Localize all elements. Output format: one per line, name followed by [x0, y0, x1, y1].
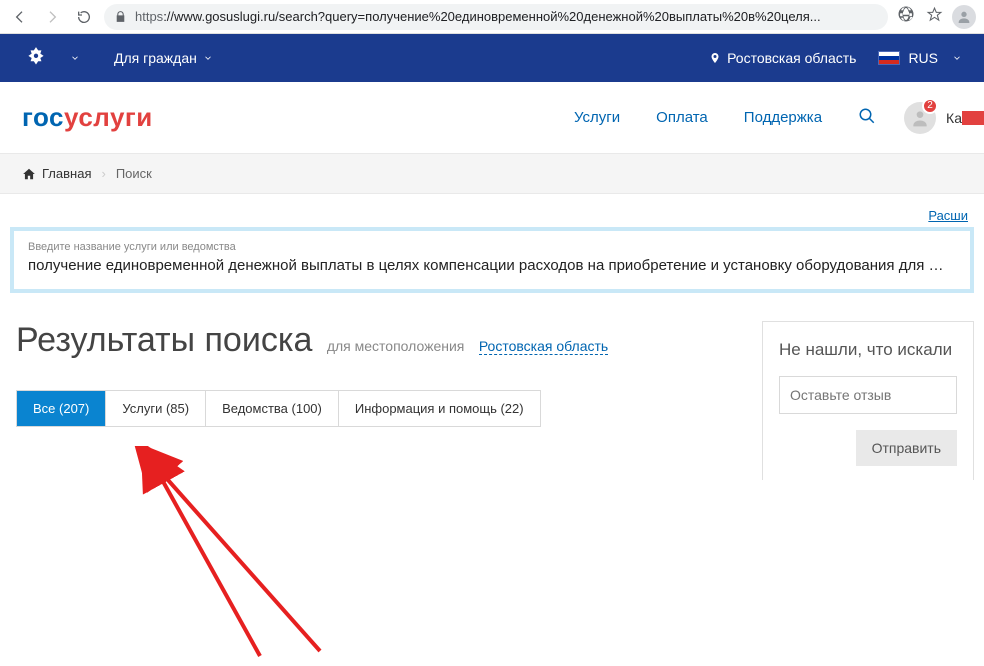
- language-selector[interactable]: RUS: [878, 50, 962, 66]
- site-logo[interactable]: госуслуги: [22, 102, 153, 133]
- tab-info[interactable]: Информация и помощь (22): [339, 391, 540, 426]
- emblem-icon: [22, 44, 50, 72]
- search-block: Введите название услуги или ведомства: [10, 227, 974, 293]
- chevron-down-icon: [203, 53, 213, 63]
- chevron-down-icon: [70, 53, 80, 63]
- site-header: госуслуги Услуги Оплата Поддержка 2 Ка: [0, 82, 984, 154]
- home-icon: [22, 167, 36, 181]
- feedback-panel: Не нашли, что искали Отправить: [762, 321, 974, 480]
- notification-badge: 2: [922, 98, 938, 114]
- url-text: https://www.gosuslugi.ru/search?query=по…: [135, 9, 821, 24]
- arrow-right-icon: [44, 9, 60, 25]
- chevron-down-icon: [952, 53, 962, 63]
- person-icon: [956, 9, 972, 25]
- results-location-prefix: для местоположения: [327, 338, 465, 354]
- search-input[interactable]: [28, 257, 956, 274]
- forward-button[interactable]: [40, 5, 64, 29]
- reload-icon: [76, 9, 92, 25]
- logo-part-1: гос: [22, 102, 64, 132]
- results-location-link[interactable]: Ростовская область: [479, 338, 608, 355]
- result-tabs: Все (207) Услуги (85) Ведомства (100) Ин…: [16, 390, 541, 427]
- tab-all[interactable]: Все (207): [17, 391, 106, 426]
- arrow-left-icon: [12, 9, 28, 25]
- tab-services[interactable]: Услуги (85): [106, 391, 206, 426]
- lock-icon: [114, 10, 127, 23]
- browser-chrome: https://www.gosuslugi.ru/search?query=по…: [0, 0, 984, 34]
- results-title: Результаты поиска: [16, 321, 312, 360]
- breadcrumb-home-label: Главная: [42, 166, 91, 181]
- extended-search-link[interactable]: Расши: [10, 208, 974, 223]
- nav-payment[interactable]: Оплата: [656, 109, 708, 126]
- profile-button[interactable]: [952, 5, 976, 29]
- breadcrumb-current: Поиск: [116, 166, 152, 181]
- language-label: RUS: [908, 50, 938, 66]
- user-avatar: 2: [904, 102, 936, 134]
- search-icon: [858, 107, 876, 125]
- user-menu[interactable]: 2 Ка: [904, 102, 962, 134]
- flag-ru-icon: [878, 51, 900, 65]
- search-label: Введите название услуги или ведомства: [28, 241, 956, 253]
- bookmark-button[interactable]: [924, 6, 944, 28]
- reload-button[interactable]: [72, 5, 96, 29]
- breadcrumb-separator: ›: [101, 166, 105, 181]
- results-heading-row: Результаты поиска для местоположения Рос…: [16, 321, 750, 360]
- feedback-title: Не нашли, что искали: [779, 340, 957, 360]
- emblem-dropdown[interactable]: [64, 50, 80, 66]
- user-name: Ка: [946, 110, 962, 126]
- region-selector[interactable]: Ростовская область: [709, 50, 856, 66]
- logo-part-2: услуги: [64, 102, 153, 132]
- star-icon: [926, 6, 943, 23]
- audience-selector[interactable]: Для граждан: [114, 50, 213, 66]
- feedback-input[interactable]: [779, 376, 957, 414]
- breadcrumb-home[interactable]: Главная: [22, 166, 91, 181]
- feedback-submit-button[interactable]: Отправить: [856, 430, 957, 466]
- address-bar[interactable]: https://www.gosuslugi.ru/search?query=по…: [104, 4, 888, 30]
- breadcrumb: Главная › Поиск: [0, 154, 984, 194]
- cutoff-indicator: [962, 111, 984, 125]
- gov-top-bar: Для граждан Ростовская область RUS: [0, 34, 984, 82]
- region-label: Ростовская область: [727, 50, 856, 66]
- nav-support[interactable]: Поддержка: [744, 109, 822, 126]
- nav-services[interactable]: Услуги: [574, 109, 620, 126]
- pin-icon: [709, 51, 721, 65]
- back-button[interactable]: [8, 5, 32, 29]
- tab-agencies[interactable]: Ведомства (100): [206, 391, 339, 426]
- search-button[interactable]: [858, 107, 876, 129]
- audience-label: Для граждан: [114, 50, 197, 66]
- translate-icon: [897, 5, 915, 23]
- translate-button[interactable]: [896, 5, 916, 28]
- main-content: Расши Введите название услуги или ведомс…: [0, 208, 984, 480]
